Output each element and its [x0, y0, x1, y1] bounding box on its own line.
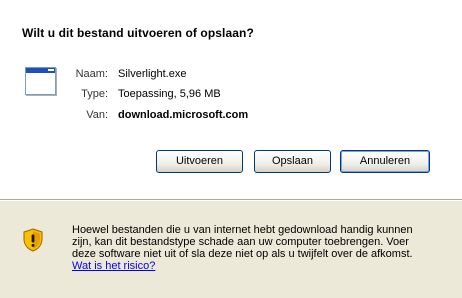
- panel-divider: [0, 199, 462, 201]
- security-shield-warning-icon: [23, 228, 43, 252]
- file-info-panel: Wilt u dit bestand uitvoeren of opslaan?…: [0, 0, 462, 199]
- run-button[interactable]: Uitvoeren: [156, 150, 243, 173]
- save-button[interactable]: Opslaan: [254, 150, 331, 173]
- file-source-value: download.microsoft.com: [118, 109, 249, 121]
- file-download-dialog: Wilt u dit bestand uitvoeren of opslaan?…: [0, 0, 462, 298]
- file-type-value: Toepassing, 5,96 MB: [118, 88, 221, 100]
- file-type-label: Type:: [81, 88, 108, 100]
- file-name-label: Naam:: [75, 68, 108, 80]
- file-name-value: Silverlight.exe: [118, 68, 187, 80]
- security-warning-message: Hoewel bestanden die u van internet hebt…: [72, 224, 434, 272]
- security-warning-text: Hoewel bestanden die u van internet hebt…: [72, 224, 413, 260]
- cancel-button[interactable]: Annuleren: [340, 150, 430, 173]
- what-is-the-risk-link[interactable]: Wat is het risico?: [72, 260, 155, 272]
- file-source-label: Van:: [86, 109, 108, 121]
- dialog-heading: Wilt u dit bestand uitvoeren of opslaan?: [22, 26, 254, 40]
